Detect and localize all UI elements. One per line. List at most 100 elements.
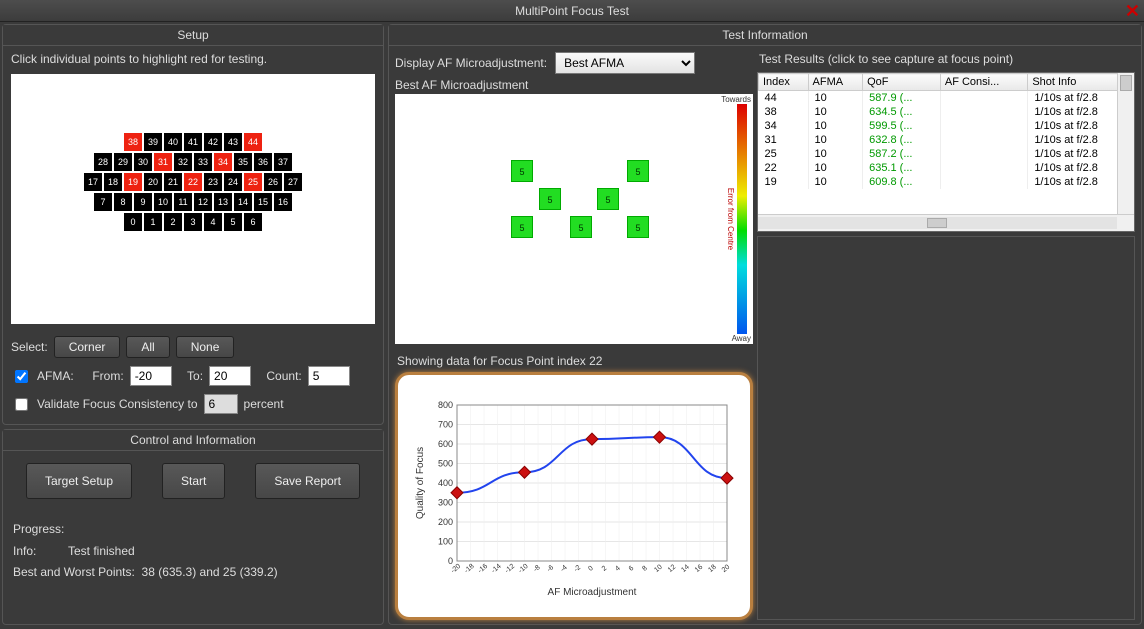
table-row[interactable]: 3110632.8 (...1/10s at f/2.8 bbox=[759, 133, 1134, 147]
display-af-select[interactable]: Best AFMA bbox=[555, 52, 695, 74]
focus-point-28[interactable]: 28 bbox=[94, 153, 112, 171]
focus-point-3[interactable]: 3 bbox=[184, 213, 202, 231]
table-row[interactable]: 3410599.5 (...1/10s at f/2.8 bbox=[759, 119, 1134, 133]
focus-point-9[interactable]: 9 bbox=[134, 193, 152, 211]
start-button[interactable]: Start bbox=[162, 463, 225, 499]
focus-point-27[interactable]: 27 bbox=[284, 173, 302, 191]
save-report-button[interactable]: Save Report bbox=[255, 463, 360, 499]
focus-point-1[interactable]: 1 bbox=[144, 213, 162, 231]
target-setup-button[interactable]: Target Setup bbox=[26, 463, 132, 499]
results-table[interactable]: IndexAFMAQoFAF Consi...Shot Info 4410587… bbox=[758, 73, 1134, 189]
focus-point-15[interactable]: 15 bbox=[254, 193, 272, 211]
focus-point-34[interactable]: 34 bbox=[214, 153, 232, 171]
col-header[interactable]: AFMA bbox=[808, 74, 863, 91]
focus-point-16[interactable]: 16 bbox=[274, 193, 292, 211]
focus-point-17[interactable]: 17 bbox=[84, 173, 102, 191]
focus-point-0[interactable]: 0 bbox=[124, 213, 142, 231]
focus-point-31[interactable]: 31 bbox=[154, 153, 172, 171]
focus-point-19[interactable]: 19 bbox=[124, 173, 142, 191]
focus-point-23[interactable]: 23 bbox=[204, 173, 222, 191]
svg-text:Quality of Focus: Quality of Focus bbox=[415, 447, 426, 519]
svg-text:8: 8 bbox=[641, 565, 649, 573]
focus-point-10[interactable]: 10 bbox=[154, 193, 172, 211]
focus-point-5[interactable]: 5 bbox=[224, 213, 242, 231]
svg-text:300: 300 bbox=[438, 498, 453, 508]
focus-point-36[interactable]: 36 bbox=[254, 153, 272, 171]
table-row[interactable]: 2210635.1 (...1/10s at f/2.8 bbox=[759, 161, 1134, 175]
results-header: Test Results (click to see capture at fo… bbox=[757, 50, 1135, 70]
from-input[interactable] bbox=[130, 366, 172, 386]
svg-text:600: 600 bbox=[438, 439, 453, 449]
corner-button[interactable]: Corner bbox=[54, 336, 121, 358]
gradient-top-label: Towards bbox=[721, 95, 751, 104]
svg-text:AF Microadjustment: AF Microadjustment bbox=[548, 587, 637, 598]
focus-point-24[interactable]: 24 bbox=[224, 173, 242, 191]
close-icon[interactable]: ✕ bbox=[1125, 1, 1140, 22]
focus-point-33[interactable]: 33 bbox=[194, 153, 212, 171]
progress-label: Progress: bbox=[13, 522, 64, 536]
horizontal-scrollbar[interactable] bbox=[758, 214, 1134, 231]
setup-panel: Setup Click individual points to highlig… bbox=[2, 24, 384, 425]
svg-text:100: 100 bbox=[438, 537, 453, 547]
col-header[interactable]: Index bbox=[759, 74, 809, 91]
best-af-canvas: Towards Error from Centre Away 5555555 bbox=[395, 94, 753, 344]
focus-point-2[interactable]: 2 bbox=[164, 213, 182, 231]
col-header[interactable]: QoF bbox=[863, 74, 941, 91]
none-button[interactable]: None bbox=[176, 336, 235, 358]
focus-point-12[interactable]: 12 bbox=[194, 193, 212, 211]
focus-point-32[interactable]: 32 bbox=[174, 153, 192, 171]
focus-point-35[interactable]: 35 bbox=[234, 153, 252, 171]
gradient-bot-label: Away bbox=[732, 334, 751, 343]
focus-point-22[interactable]: 22 bbox=[184, 173, 202, 191]
svg-text:18: 18 bbox=[707, 564, 718, 574]
focus-point-38[interactable]: 38 bbox=[124, 133, 142, 151]
focus-point-41[interactable]: 41 bbox=[184, 133, 202, 151]
window-title: MultiPoint Focus Test bbox=[515, 4, 629, 18]
validate-label: Validate Focus Consistency to bbox=[37, 397, 198, 411]
focus-point-29[interactable]: 29 bbox=[114, 153, 132, 171]
svg-text:-8: -8 bbox=[532, 564, 541, 573]
focus-point-7[interactable]: 7 bbox=[94, 193, 112, 211]
focus-point-18[interactable]: 18 bbox=[104, 173, 122, 191]
table-row[interactable]: 1910609.8 (...1/10s at f/2.8 bbox=[759, 175, 1134, 189]
focus-point-14[interactable]: 14 bbox=[234, 193, 252, 211]
table-row[interactable]: 4410587.9 (...1/10s at f/2.8 bbox=[759, 91, 1134, 106]
focus-point-25[interactable]: 25 bbox=[244, 173, 262, 191]
vertical-scrollbar[interactable] bbox=[1117, 73, 1134, 214]
focus-point-13[interactable]: 13 bbox=[214, 193, 232, 211]
focus-point-grid: 3839404142434428293031323334353637171819… bbox=[11, 74, 375, 324]
focus-point-26[interactable]: 26 bbox=[264, 173, 282, 191]
focus-point-21[interactable]: 21 bbox=[164, 173, 182, 191]
focus-point-6[interactable]: 6 bbox=[244, 213, 262, 231]
bestworst-label: Best and Worst Points: bbox=[13, 565, 135, 579]
focus-point-4[interactable]: 4 bbox=[204, 213, 222, 231]
focus-point-30[interactable]: 30 bbox=[134, 153, 152, 171]
focus-point-11[interactable]: 11 bbox=[174, 193, 192, 211]
to-input[interactable] bbox=[209, 366, 251, 386]
all-button[interactable]: All bbox=[126, 336, 169, 358]
table-row[interactable]: 3810634.5 (...1/10s at f/2.8 bbox=[759, 105, 1134, 119]
focus-point-40[interactable]: 40 bbox=[164, 133, 182, 151]
svg-text:14: 14 bbox=[680, 564, 691, 574]
col-header[interactable]: AF Consi... bbox=[940, 74, 1027, 91]
focus-point-20[interactable]: 20 bbox=[144, 173, 162, 191]
focus-point-43[interactable]: 43 bbox=[224, 133, 242, 151]
focus-point-37[interactable]: 37 bbox=[274, 153, 292, 171]
count-input[interactable] bbox=[308, 366, 350, 386]
display-af-label: Display AF Microadjustment: bbox=[395, 56, 547, 70]
svg-text:400: 400 bbox=[438, 478, 453, 488]
select-label: Select: bbox=[11, 340, 48, 354]
afma-checkbox[interactable] bbox=[15, 370, 28, 383]
validate-checkbox[interactable] bbox=[15, 398, 28, 411]
svg-text:-18: -18 bbox=[463, 563, 475, 575]
svg-text:16: 16 bbox=[694, 564, 705, 574]
focus-point-8[interactable]: 8 bbox=[114, 193, 132, 211]
table-row[interactable]: 2510587.2 (...1/10s at f/2.8 bbox=[759, 147, 1134, 161]
focus-point-42[interactable]: 42 bbox=[204, 133, 222, 151]
gradient-mid-label: Error from Centre bbox=[726, 188, 735, 250]
svg-text:-4: -4 bbox=[559, 564, 568, 573]
focus-point-39[interactable]: 39 bbox=[144, 133, 162, 151]
best-af-label: Best AF Microadjustment bbox=[395, 76, 753, 94]
focus-point-44[interactable]: 44 bbox=[244, 133, 262, 151]
af-point: 5 bbox=[627, 216, 649, 238]
